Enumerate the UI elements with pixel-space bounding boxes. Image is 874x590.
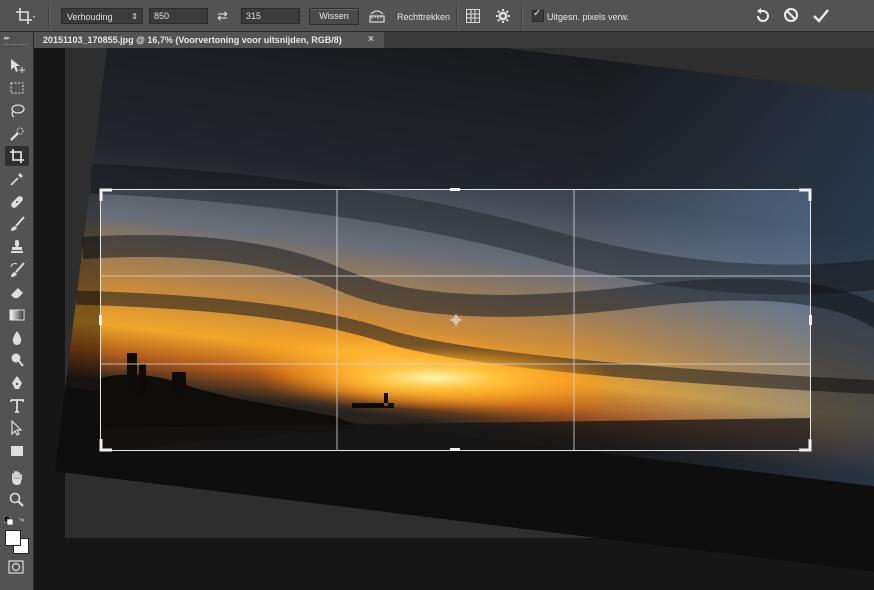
options-bar: Verhouding ⇕ 850 ⇄ 315 Wissen Rechttrekk…	[0, 0, 874, 32]
straighten-icon[interactable]	[369, 9, 385, 23]
gradient-tool[interactable]	[5, 305, 29, 325]
clear-button[interactable]: Wissen	[309, 8, 359, 25]
type-tool[interactable]	[5, 396, 29, 416]
swap-colors-icon[interactable]: ⤷	[19, 514, 24, 525]
clone-stamp-tool[interactable]	[5, 237, 29, 257]
hand-icon	[12, 471, 22, 485]
close-icon[interactable]: ×	[368, 32, 374, 48]
water-drop-icon	[12, 331, 22, 345]
divider	[48, 5, 50, 27]
lasso-tool[interactable]	[5, 101, 29, 121]
straighten-label[interactable]: Rechttrekken	[397, 12, 450, 22]
crop-tool-icon[interactable]	[14, 6, 36, 26]
eyedropper-tool[interactable]	[5, 169, 29, 189]
move-tool[interactable]	[5, 56, 29, 76]
height-input[interactable]: 315	[241, 8, 300, 24]
document-tab-title: 20151103_170855.jpg @ 16,7% (Voorvertoni…	[43, 35, 342, 45]
divider	[456, 5, 458, 27]
bandage-icon	[11, 196, 23, 208]
default-colors-icon[interactable]	[4, 516, 13, 525]
path-selection-tool[interactable]	[5, 418, 29, 438]
quick-mask-icon[interactable]	[8, 560, 24, 574]
chevron-updown-icon: ⇕	[131, 12, 138, 21]
dodge-tool[interactable]	[5, 350, 29, 370]
crop-ratio-value: Verhouding	[67, 12, 113, 22]
toolbox: ▸▸ ⤷	[0, 32, 34, 590]
checkmark-icon: ✓	[533, 8, 542, 19]
delete-cropped-pixels-checkbox[interactable]: ✓	[532, 8, 544, 22]
panel-collapse-icon[interactable]: ▸▸	[4, 34, 10, 42]
canvas-workspace[interactable]	[34, 48, 874, 590]
arrow-cursor-icon	[11, 420, 23, 436]
blur-tool[interactable]	[5, 328, 29, 348]
width-input[interactable]: 850	[149, 8, 208, 24]
shape-tool[interactable]	[5, 441, 29, 461]
brush-tool[interactable]	[5, 214, 29, 234]
rectangular-marquee-icon	[10, 82, 24, 94]
divider	[521, 5, 523, 27]
marquee-tool[interactable]	[5, 78, 29, 98]
rectangle-shape-icon	[11, 446, 23, 456]
foreground-color-swatch[interactable]	[5, 530, 21, 546]
swap-dimensions-icon[interactable]: ⇄	[217, 8, 228, 24]
history-brush-tool[interactable]	[5, 260, 29, 280]
quick-selection-tool[interactable]	[5, 124, 29, 144]
healing-brush-tool[interactable]	[5, 192, 29, 212]
dodge-icon	[11, 353, 24, 367]
magnifier-icon	[9, 492, 24, 507]
gear-icon[interactable]	[495, 8, 511, 24]
eraser-icon	[11, 288, 23, 298]
delete-cropped-pixels-label[interactable]: Uitgesn. pixels verw.	[547, 12, 629, 22]
crop-ratio-select[interactable]: Verhouding ⇕	[61, 8, 143, 24]
document-tab[interactable]: 20151103_170855.jpg @ 16,7% (Voorvertoni…	[34, 32, 384, 48]
document-tab-bar: 20151103_170855.jpg @ 16,7% (Voorvertoni…	[34, 32, 874, 49]
eraser-tool[interactable]	[5, 282, 29, 302]
crop-tool[interactable]	[5, 146, 29, 166]
hand-tool[interactable]	[5, 468, 29, 488]
stamp-icon	[11, 240, 23, 253]
cancel-icon[interactable]	[783, 7, 799, 23]
brush-icon	[11, 216, 25, 231]
history-brush-icon	[10, 262, 25, 277]
type-icon	[10, 399, 24, 413]
gradient-icon	[9, 309, 25, 321]
crop-preview[interactable]	[34, 48, 874, 590]
panel-grip[interactable]	[4, 44, 28, 45]
pen-icon	[12, 376, 22, 389]
zoom-tool[interactable]	[5, 490, 29, 510]
commit-check-icon[interactable]	[812, 7, 830, 25]
crop-icon	[10, 149, 24, 163]
quick-selection-icon	[10, 127, 24, 141]
lasso-icon	[11, 104, 25, 118]
move-icon	[11, 59, 25, 73]
pen-tool[interactable]	[5, 373, 29, 393]
reset-icon[interactable]	[754, 7, 772, 25]
eyedropper-icon	[10, 173, 23, 186]
overlay-grid-icon[interactable]	[466, 9, 480, 23]
